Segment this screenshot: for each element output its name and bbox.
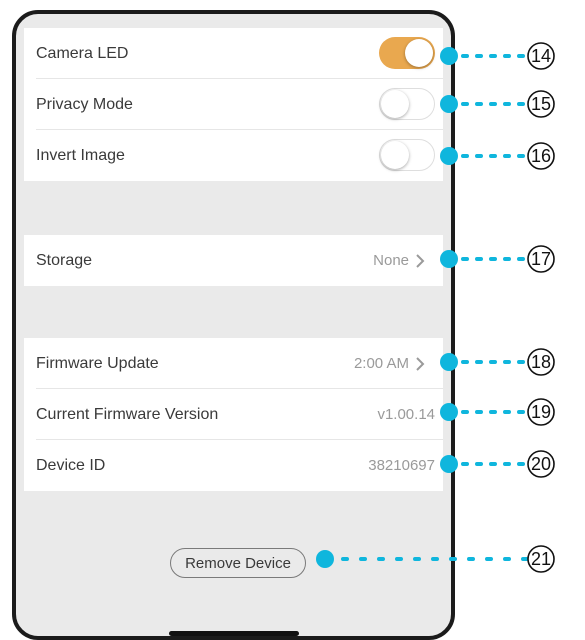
callout-number: 19 (531, 402, 551, 422)
callout-20: 20 (440, 450, 555, 478)
callout-14: 14 (440, 42, 555, 70)
callout-19: 19 (440, 398, 555, 426)
callout-21: 21 (316, 545, 555, 573)
callout-number: 17 (531, 249, 551, 269)
callout-15: 15 (440, 90, 555, 118)
callout-number: 16 (531, 146, 551, 166)
home-indicator (169, 631, 299, 636)
callout-number: 21 (531, 549, 551, 569)
callout-18: 18 (440, 348, 555, 376)
callout-annotations: 14 15 16 17 18 19 20 21 (316, 42, 555, 573)
callout-number: 18 (531, 352, 551, 372)
callout-number: 20 (531, 454, 551, 474)
callout-17: 17 (440, 245, 555, 273)
callout-number: 14 (531, 46, 551, 66)
callout-16: 16 (440, 142, 555, 170)
callout-number: 15 (531, 94, 551, 114)
